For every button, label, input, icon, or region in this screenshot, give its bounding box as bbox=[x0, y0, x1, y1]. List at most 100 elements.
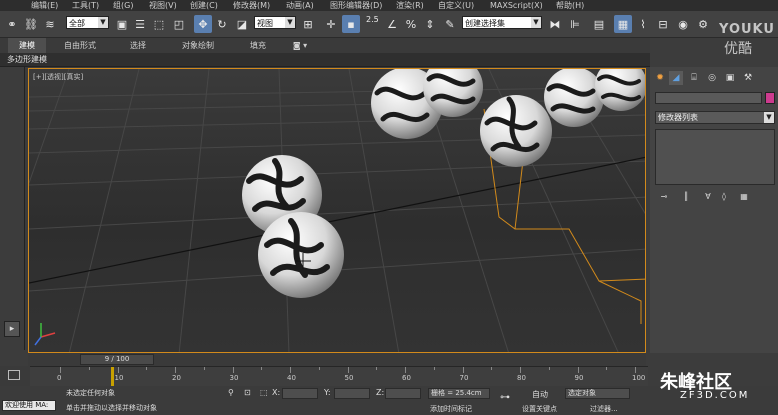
spinner-snap-icon[interactable]: ⇕ bbox=[421, 15, 439, 33]
timeline-tick-label: 80 bbox=[517, 374, 526, 382]
isolate-icon[interactable]: ⊡ bbox=[244, 388, 251, 397]
motion-panel-icon[interactable]: ◎ bbox=[705, 71, 719, 85]
lock-selection-icon[interactable]: ⚲ bbox=[228, 388, 234, 397]
set-key-button[interactable]: 设置关键点 bbox=[522, 404, 557, 414]
select-and-scale-icon[interactable]: ◪ bbox=[233, 15, 251, 33]
layer-manager-icon[interactable]: ▤ bbox=[590, 15, 608, 33]
menu-animation[interactable]: 动画(A) bbox=[286, 0, 314, 11]
tab-populate[interactable]: 填充 bbox=[240, 38, 276, 53]
edit-named-selection-icon[interactable]: ✎ bbox=[441, 15, 459, 33]
x-label: X: bbox=[272, 388, 281, 397]
align-icon[interactable]: ⊫ bbox=[566, 15, 584, 33]
x-coordinate-field[interactable] bbox=[282, 388, 318, 399]
select-and-move-icon[interactable]: ✥ bbox=[194, 15, 212, 33]
timeline-tick-label: 10 bbox=[114, 374, 124, 382]
time-slider[interactable]: 9 / 100 bbox=[28, 353, 646, 366]
tab-modeling[interactable]: 建模 bbox=[8, 38, 46, 53]
polygon-modeling-label[interactable]: 多边形建模 bbox=[7, 53, 47, 67]
add-time-tag[interactable]: 添加时间标记 bbox=[430, 404, 472, 414]
material-editor-icon[interactable]: ◉ bbox=[674, 15, 692, 33]
soccer-ball[interactable] bbox=[258, 212, 344, 298]
tab-freeform[interactable]: 自由形式 bbox=[55, 38, 105, 53]
object-color-swatch[interactable] bbox=[765, 92, 775, 104]
y-coordinate-field[interactable] bbox=[334, 388, 370, 399]
snap-toggle-label[interactable]: 2.5 bbox=[366, 15, 379, 24]
pin-stack-icon[interactable]: ⊸ bbox=[658, 191, 670, 202]
tab-object-paint[interactable]: 对象绘制 bbox=[170, 38, 226, 53]
hierarchy-panel-icon[interactable]: ⌸ bbox=[687, 71, 701, 85]
menu-customize[interactable]: 自定义(U) bbox=[438, 0, 474, 11]
key-filters-button[interactable]: 过滤器... bbox=[590, 404, 618, 414]
orange-spline-tail[interactable] bbox=[598, 280, 642, 324]
timeline-tick bbox=[433, 367, 435, 370]
configure-modifier-sets-icon[interactable]: ▦ bbox=[738, 191, 750, 202]
mini-curve-toggle[interactable] bbox=[0, 366, 30, 386]
modifier-stack[interactable] bbox=[655, 129, 775, 185]
window-crossing-icon[interactable]: ◰ bbox=[170, 15, 188, 33]
remove-modifier-icon[interactable]: ◊ bbox=[718, 191, 730, 202]
named-selection-sets-dropdown[interactable]: 创建选择集 ▼ bbox=[462, 16, 542, 29]
timeline-tick bbox=[577, 367, 579, 373]
auto-key-button[interactable]: 自动 bbox=[532, 389, 548, 400]
menu-rendering[interactable]: 渲染(R) bbox=[396, 0, 424, 11]
time-slider-thumb[interactable]: 9 / 100 bbox=[80, 354, 154, 365]
absolute-mode-icon[interactable]: ⬚ bbox=[260, 388, 268, 397]
bind-space-warp-icon[interactable]: ≋ bbox=[41, 15, 59, 33]
ribbon-options-icon[interactable]: ◙ ▾ bbox=[288, 38, 312, 53]
select-link-icon[interactable]: ⚭ bbox=[3, 15, 21, 33]
graphite-toolbar-icon[interactable]: ▦ bbox=[614, 15, 632, 33]
select-object-icon[interactable]: ▣ bbox=[113, 15, 131, 33]
key-mode-icon[interactable]: ⊶ bbox=[500, 392, 510, 403]
tab-selection[interactable]: 选择 bbox=[118, 38, 158, 53]
menu-graph-editors[interactable]: 图形编辑器(D) bbox=[330, 0, 382, 11]
menu-views[interactable]: 视图(V) bbox=[149, 0, 177, 11]
keyboard-shortcut-override-icon[interactable]: ▪ bbox=[342, 15, 360, 33]
track-bar[interactable]: 0 10 20 30 40 50 60 70 80 90 100 bbox=[30, 366, 648, 387]
percent-snap-icon[interactable]: % bbox=[402, 15, 420, 33]
render-setup-icon[interactable]: ⚙ bbox=[694, 15, 712, 33]
mirror-icon[interactable]: ⧓ bbox=[546, 15, 564, 33]
menu-edit[interactable]: 编辑(E) bbox=[31, 0, 58, 11]
show-end-result-icon[interactable]: ║ bbox=[680, 191, 692, 202]
select-and-rotate-icon[interactable]: ↻ bbox=[213, 15, 231, 33]
timeline-tick-label: 20 bbox=[172, 374, 181, 382]
modifier-list-dropdown[interactable]: 修改器列表 ▼ bbox=[655, 111, 775, 124]
reference-coordinate-dropdown[interactable]: 视图 ▼ bbox=[254, 16, 296, 29]
menu-group[interactable]: 组(G) bbox=[113, 0, 133, 11]
curve-editor-icon[interactable]: ⌇ bbox=[634, 15, 652, 33]
create-panel-icon[interactable]: ✹ bbox=[653, 71, 667, 85]
schematic-view-icon[interactable]: ⊟ bbox=[654, 15, 672, 33]
timeline-tick-label: 30 bbox=[229, 374, 239, 382]
prompt-line: 单击并拖动以选择并移动对象 bbox=[66, 404, 157, 412]
display-panel-icon[interactable]: ▣ bbox=[723, 71, 737, 85]
menu-maxscript[interactable]: MAXScript(X) bbox=[490, 0, 543, 11]
expand-panel-icon[interactable]: ▸ bbox=[4, 321, 20, 337]
menu-create[interactable]: 创建(C) bbox=[190, 0, 218, 11]
curve-editor-toggle-icon[interactable] bbox=[8, 370, 20, 380]
z-coordinate-field[interactable] bbox=[385, 388, 421, 399]
object-name-field[interactable] bbox=[655, 92, 762, 104]
current-frame-marker bbox=[110, 367, 114, 387]
soccer-ball[interactable] bbox=[544, 69, 604, 127]
rect-selection-region-icon[interactable]: ⬚ bbox=[150, 15, 168, 33]
menu-modifiers[interactable]: 修改器(M) bbox=[233, 0, 270, 11]
viewport-label[interactable]: [+][透视][真实] bbox=[33, 72, 83, 82]
selection-filter-dropdown[interactable]: 全部 ▼ bbox=[66, 16, 109, 29]
menu-help[interactable]: 帮助(H) bbox=[556, 0, 584, 11]
maxscript-listener[interactable]: 欢迎使用 MA: bbox=[2, 400, 56, 411]
angle-snap-icon[interactable]: ∠ bbox=[383, 15, 401, 33]
make-unique-icon[interactable]: ∀ bbox=[702, 191, 714, 202]
menu-tools[interactable]: 工具(T) bbox=[72, 0, 99, 11]
select-manipulate-icon[interactable]: ✛ bbox=[322, 15, 340, 33]
utilities-panel-icon[interactable]: ⚒ bbox=[741, 71, 755, 85]
perspective-viewport[interactable]: [+][透视][真实] bbox=[28, 68, 646, 353]
unlink-icon[interactable]: ⛓ bbox=[22, 15, 40, 33]
pivot-center-icon[interactable]: ⊞ bbox=[299, 15, 317, 33]
select-by-name-icon[interactable]: ☰ bbox=[131, 15, 149, 33]
soccer-ball[interactable] bbox=[480, 95, 552, 167]
left-strip: ▸ bbox=[0, 67, 25, 350]
modify-panel-icon[interactable]: ◢ bbox=[669, 71, 683, 85]
timeline-tick-label: 70 bbox=[459, 374, 469, 382]
selected-objects-dropdown[interactable]: 选定对象 bbox=[565, 388, 630, 399]
selection-info: 未选定任何对象 bbox=[66, 389, 115, 397]
